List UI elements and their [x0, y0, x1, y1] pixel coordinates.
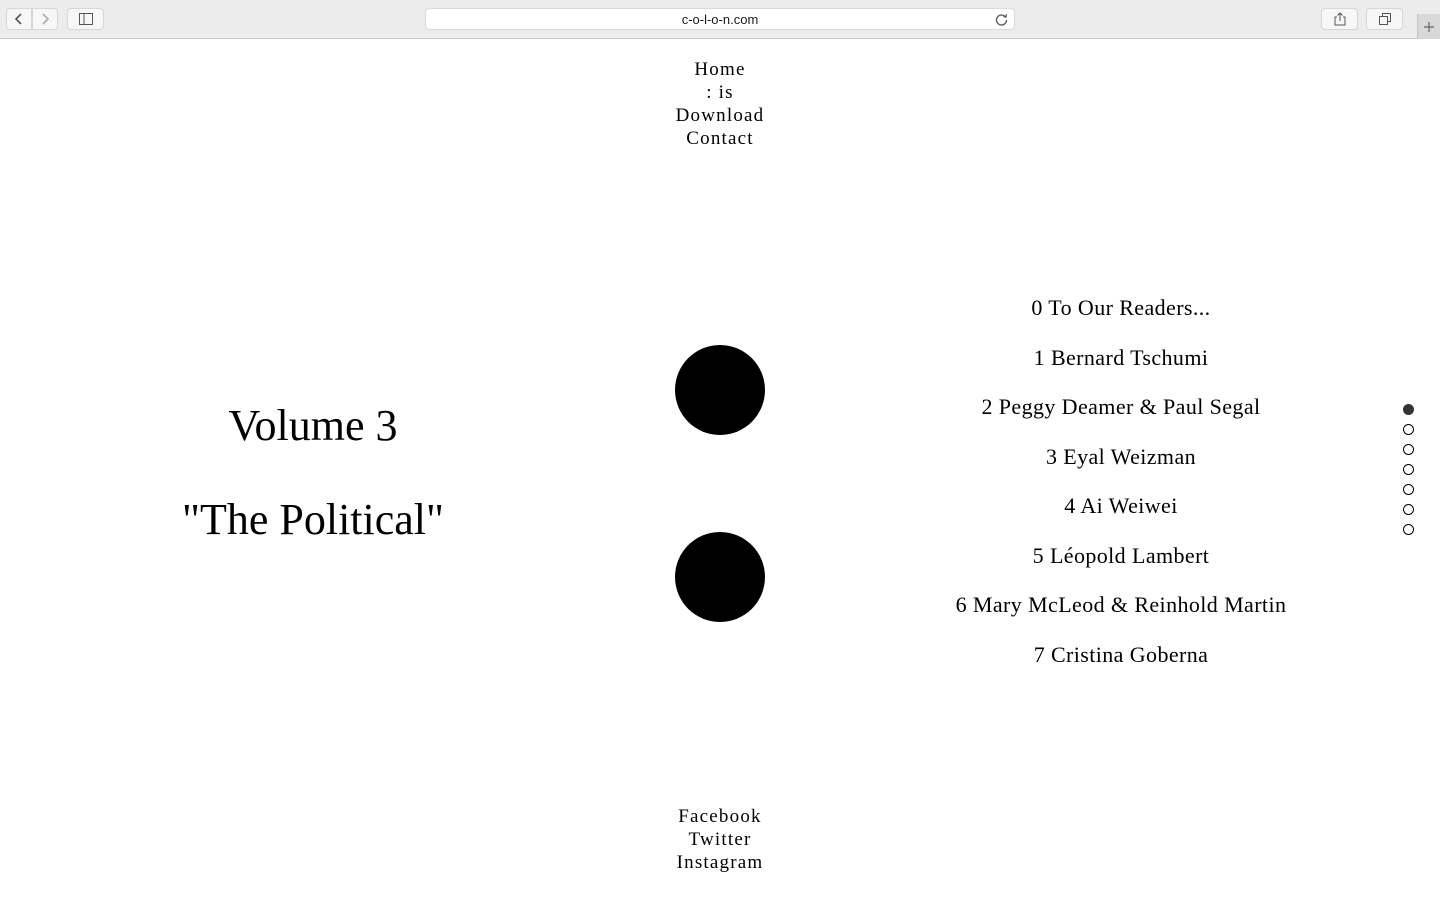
colon-dot-bottom: [675, 532, 765, 622]
plus-icon: [1424, 21, 1434, 32]
forward-icon: [42, 13, 50, 25]
menu-item-home[interactable]: Home: [0, 58, 1440, 81]
article-link-4[interactable]: 4 Ai Weiwei: [880, 491, 1362, 541]
colon-dot-top: [675, 345, 765, 435]
section-pager: [1403, 404, 1415, 544]
social-link-instagram[interactable]: Instagram: [0, 851, 1440, 874]
article-link-2[interactable]: 2 Peggy Deamer & Paul Segal: [880, 392, 1362, 442]
forward-button[interactable]: [32, 8, 58, 30]
sidebar-toggle-button[interactable]: [67, 8, 104, 30]
article-link-5[interactable]: 5 Léopold Lambert: [880, 541, 1362, 591]
tabs-button[interactable]: [1366, 8, 1403, 30]
share-icon: [1334, 12, 1345, 26]
tabs-icon: [1378, 13, 1391, 25]
sidebar-icon: [78, 13, 93, 25]
pager-dot-5[interactable]: [1403, 484, 1414, 495]
menu-item-download[interactable]: Download: [0, 104, 1440, 127]
pager-dot-1[interactable]: [1403, 404, 1414, 415]
article-link-0[interactable]: 0 To Our Readers...: [880, 293, 1362, 343]
article-link-3[interactable]: 3 Eyal Weizman: [880, 442, 1362, 492]
article-link-6[interactable]: 6 Mary McLeod & Reinhold Martin: [880, 590, 1362, 640]
browser-toolbar: c-o-l-o-n.com: [0, 0, 1440, 39]
new-tab-button[interactable]: [1417, 14, 1440, 39]
social-link-facebook[interactable]: Facebook: [0, 805, 1440, 828]
share-button[interactable]: [1321, 8, 1358, 30]
article-list: 0 To Our Readers... 1 Bernard Tschumi 2 …: [880, 293, 1362, 689]
article-link-7[interactable]: 7 Cristina Goberna: [880, 640, 1362, 690]
social-links: Facebook Twitter Instagram: [0, 805, 1440, 874]
pager-dot-7[interactable]: [1403, 524, 1414, 535]
pager-dot-4[interactable]: [1403, 464, 1414, 475]
address-bar[interactable]: c-o-l-o-n.com: [425, 8, 1015, 30]
social-link-twitter[interactable]: Twitter: [0, 828, 1440, 851]
back-button[interactable]: [6, 8, 32, 30]
main-menu: Home : is Download Contact: [0, 58, 1440, 150]
pager-dot-2[interactable]: [1403, 424, 1414, 435]
menu-item-contact[interactable]: Contact: [0, 127, 1440, 150]
reload-icon[interactable]: [995, 13, 1008, 26]
pager-dot-3[interactable]: [1403, 444, 1414, 455]
menu-item-about[interactable]: : is: [0, 81, 1440, 104]
pager-dot-6[interactable]: [1403, 504, 1414, 515]
url-text: c-o-l-o-n.com: [681, 11, 759, 27]
volume-theme: "The Political": [182, 495, 444, 544]
back-icon: [14, 13, 22, 25]
article-link-1[interactable]: 1 Bernard Tschumi: [880, 343, 1362, 393]
volume-title: Volume 3: [228, 401, 398, 450]
